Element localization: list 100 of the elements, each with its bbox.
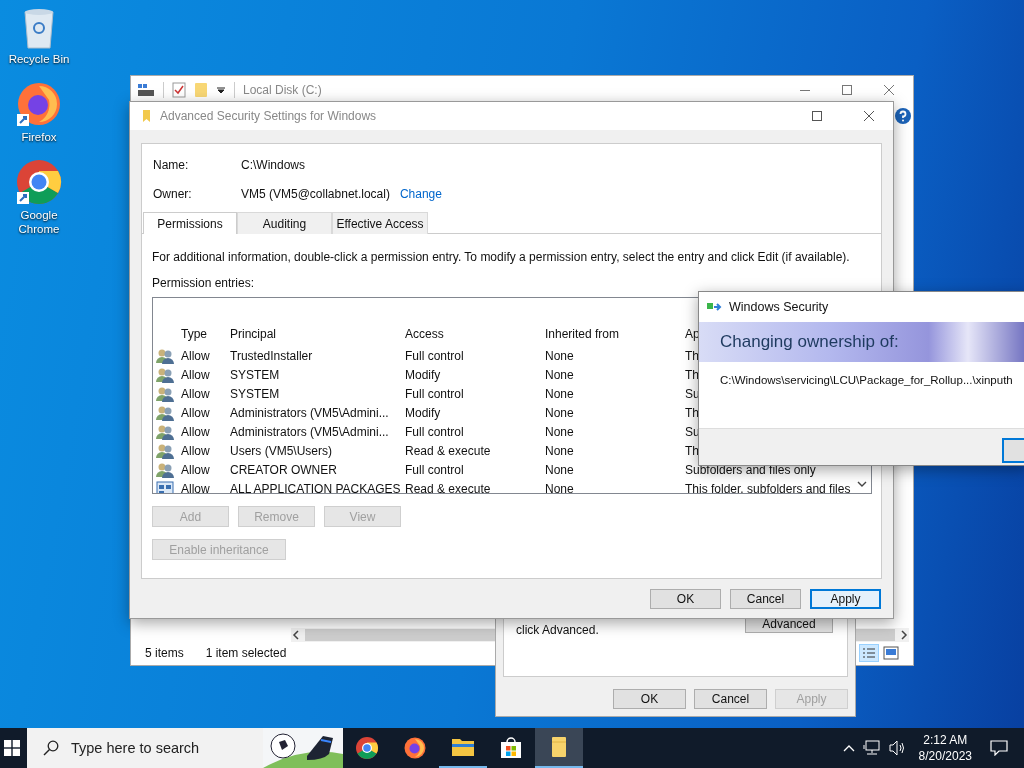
- dialog-button[interactable]: OK: [650, 589, 721, 609]
- table-cell: None: [545, 405, 574, 420]
- table-cell: TrustedInstaller: [230, 348, 313, 363]
- table-cell: None: [545, 443, 574, 458]
- close-icon[interactable]: [883, 84, 895, 96]
- status-text: 1 item selected: [205, 646, 287, 660]
- properties-icon[interactable]: [172, 82, 186, 98]
- status-text: 5 items: [145, 646, 184, 660]
- field-label: Owner:: [153, 187, 193, 201]
- table-cell: Th: [685, 443, 699, 458]
- details-view-icon[interactable]: [859, 644, 879, 662]
- table-cell: None: [545, 367, 574, 382]
- chrome-icon: [355, 736, 379, 760]
- maximize-icon[interactable]: [811, 110, 823, 122]
- table-cell: Administrators (VM5\Admini...: [230, 424, 389, 439]
- tab[interactable]: Effective Access: [332, 212, 428, 234]
- column-header[interactable]: Inherited from: [545, 327, 685, 341]
- table-cell: None: [545, 481, 574, 493]
- file-explorer-icon: [451, 736, 475, 758]
- tab[interactable]: Auditing: [237, 212, 332, 234]
- table-cell: None: [545, 462, 574, 477]
- scroll-right-icon[interactable]: [899, 630, 909, 640]
- users-icon: [156, 442, 174, 459]
- folder-icon: [142, 109, 152, 123]
- table-cell: Full control: [405, 462, 464, 477]
- dialog-heading: Changing ownership of:: [720, 332, 899, 352]
- dialog-button[interactable]: Apply: [810, 589, 881, 609]
- clock-time[interactable]: 2:12 AM: [923, 732, 968, 748]
- window-title: Advanced Security Settings for Windows: [160, 109, 377, 123]
- column-header[interactable]: Type: [181, 327, 230, 341]
- table-cell: Allow: [181, 443, 210, 458]
- name-value: C:\Windows: [241, 158, 305, 172]
- file-path: C:\Windows\servicing\LCU\Package_for_Rollup...\xinputh: [719, 373, 1014, 388]
- table-cell: Th: [685, 367, 699, 382]
- desktop-icon-label[interactable]: Google Chrome: [8, 208, 70, 236]
- tab[interactable]: Permissions: [143, 212, 237, 234]
- table-cell: None: [545, 348, 574, 363]
- table-cell: ALL APPLICATION PACKAGES: [230, 481, 401, 493]
- window-title: Local Disk (C:): [243, 83, 322, 97]
- caret-icon[interactable]: [842, 744, 855, 752]
- users-icon: [156, 385, 174, 402]
- dialog-button[interactable]: Cancel: [730, 589, 801, 609]
- owner-value: VM5 (VM5@collabnet.local): [241, 187, 390, 201]
- search-icon: [43, 740, 59, 756]
- clock-date[interactable]: 8/20/2023: [918, 748, 972, 764]
- instruction-text: click Advanced.: [516, 623, 599, 637]
- scroll-down-icon[interactable]: [857, 480, 867, 488]
- drive-icon[interactable]: [137, 83, 155, 97]
- table-cell: Allow: [181, 348, 210, 363]
- transfer-icon: [707, 301, 723, 313]
- table-cell: None: [545, 386, 574, 401]
- table-cell: Allow: [181, 405, 210, 420]
- users-icon: [156, 461, 174, 478]
- store-icon: [500, 737, 522, 759]
- table-cell: Users (VM5\Users): [230, 443, 332, 458]
- close-icon[interactable]: [863, 110, 875, 122]
- dialog-button[interactable]: Cancel: [694, 689, 767, 709]
- users-icon: [156, 423, 174, 440]
- table-cell: Allow: [181, 386, 210, 401]
- table-cell: Full control: [405, 424, 464, 439]
- table-cell: Th: [685, 348, 699, 363]
- change-link[interactable]: Change: [399, 187, 442, 201]
- firefox-icon[interactable]: [15, 80, 63, 128]
- table-cell: Full control: [405, 386, 464, 401]
- chrome-icon[interactable]: [15, 158, 63, 206]
- dropdown-caret-icon[interactable]: [216, 85, 226, 95]
- maximize-icon[interactable]: [841, 84, 853, 96]
- scroll-left-icon[interactable]: [291, 630, 301, 640]
- dialog-button[interactable]: OK: [613, 689, 686, 709]
- table-cell: CREATOR OWNER: [230, 462, 337, 477]
- table-cell: Full control: [405, 348, 464, 363]
- taskbar-app[interactable]: [535, 728, 583, 768]
- users-icon: [156, 404, 174, 421]
- column-header[interactable]: Principal: [230, 327, 405, 341]
- desktop-icon-label[interactable]: Firefox: [8, 130, 70, 144]
- table-cell: Read & execute: [405, 481, 491, 493]
- table-cell: Allow: [181, 424, 210, 439]
- table-cell: None: [545, 424, 574, 439]
- table-cell: Modify: [405, 367, 441, 382]
- table-cell: Th: [685, 405, 699, 420]
- table-cell: SYSTEM: [230, 386, 280, 401]
- info-text: For additional information, double-click a permission entry. To modify a permission entry, select the entry and click Edit (if available).: [152, 250, 851, 264]
- app-package-icon: [156, 480, 174, 493]
- table-cell: Read & execute: [405, 443, 491, 458]
- users-icon: [156, 347, 174, 364]
- large-icons-view-icon[interactable]: [883, 646, 899, 660]
- start-icon[interactable]: [4, 740, 20, 756]
- section-label: Permission entries:: [152, 276, 256, 290]
- network-icon[interactable]: [862, 740, 881, 756]
- notifications-icon[interactable]: [990, 740, 1008, 756]
- column-header[interactable]: Access: [405, 327, 545, 341]
- folder-icon: [551, 736, 567, 758]
- desktop-icon-label[interactable]: Recycle Bin: [1, 52, 77, 66]
- field-label: Name:: [153, 158, 190, 172]
- table-cell: SYSTEM: [230, 367, 280, 382]
- table-cell: Allow: [181, 367, 210, 382]
- firefox-icon: [403, 736, 427, 760]
- volume-icon[interactable]: [888, 740, 907, 756]
- window-title: Windows Security: [729, 300, 829, 314]
- help-icon[interactable]: [895, 108, 911, 124]
